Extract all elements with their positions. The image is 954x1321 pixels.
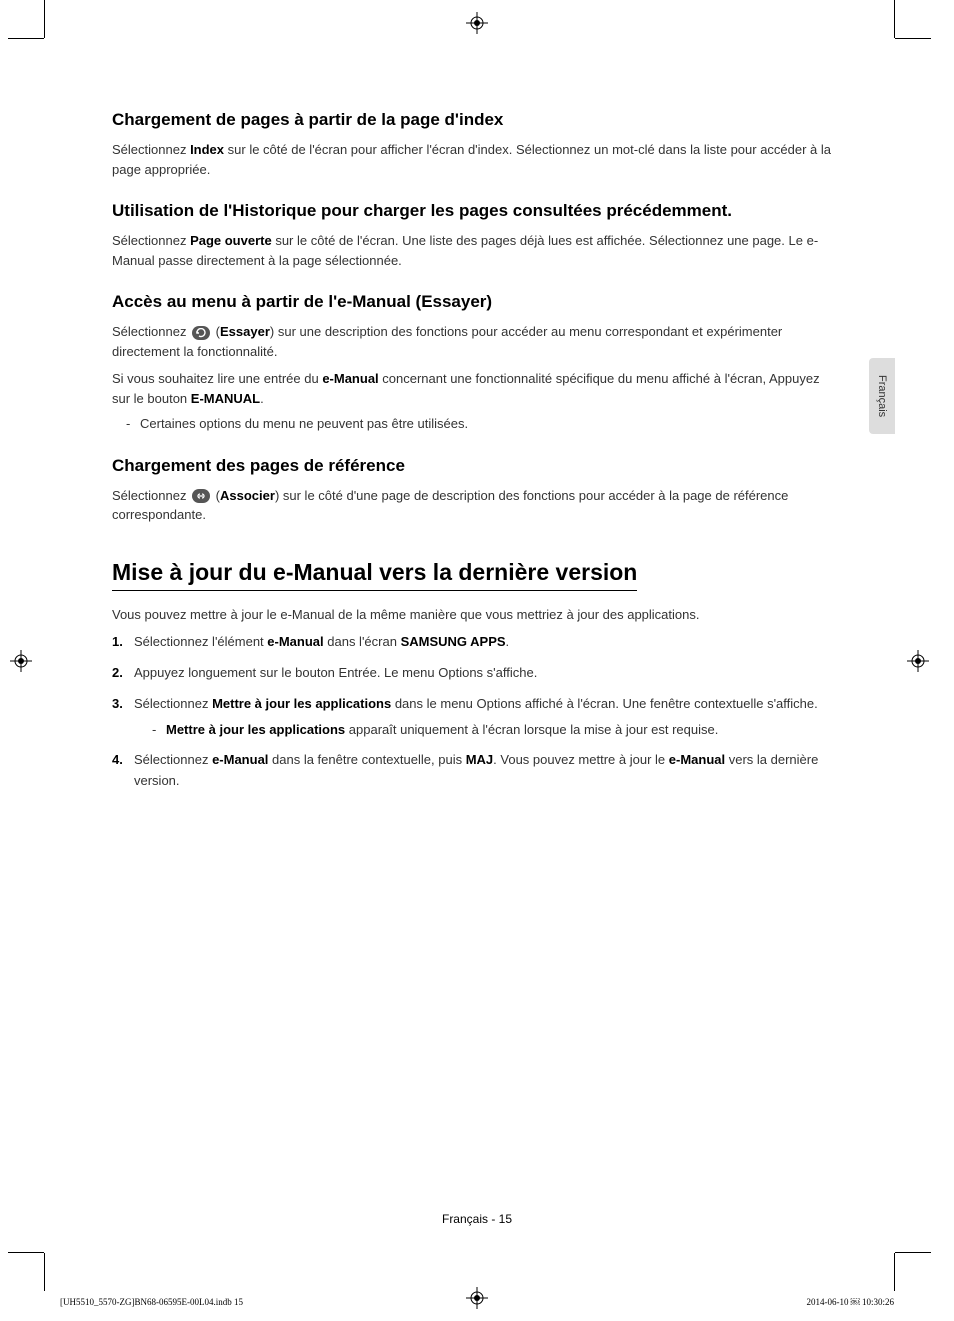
crop-mark	[44, 1253, 45, 1291]
update-step-3: 3. Sélectionnez Mettre à jour les applic…	[112, 694, 832, 740]
doc-filename: [UH5510_5570-ZG]BN68-06595E-00L04.indb 1…	[60, 1297, 243, 1307]
doc-footer: [UH5510_5570-ZG]BN68-06595E-00L04.indb 1…	[60, 1297, 894, 1307]
registration-mark-icon	[10, 650, 32, 672]
heading-history: Utilisation de l'Historique pour charger…	[112, 201, 832, 221]
crop-mark	[894, 1253, 895, 1291]
update-intro: Vous pouvez mettre à jour le e-Manual de…	[112, 605, 832, 625]
update-step-2: 2. Appuyez longuement sur le bouton Entr…	[112, 663, 832, 684]
crop-mark	[8, 38, 44, 39]
body-access-2: Si vous souhaitez lire une entrée du e-M…	[112, 369, 832, 408]
doc-timestamp: 2014-06-10 ￼ 10:30:26	[807, 1297, 895, 1307]
registration-mark-icon	[466, 12, 488, 34]
heading-index-pages: Chargement de pages à partir de la page …	[112, 110, 832, 130]
access-note: Certaines options du menu ne peuvent pas…	[126, 414, 832, 434]
body-history: Sélectionnez Page ouverte sur le côté de…	[112, 231, 832, 270]
update-step-1: 1. Sélectionnez l'élément e-Manual dans …	[112, 632, 832, 653]
try-icon	[192, 326, 210, 340]
heading-reference: Chargement des pages de référence	[112, 456, 832, 476]
registration-mark-icon	[907, 650, 929, 672]
language-tab-label: Français	[876, 375, 888, 417]
update-step-4: 4. Sélectionnez e-Manual dans la fenêtre…	[112, 750, 832, 792]
crop-mark	[8, 1252, 44, 1253]
link-icon	[192, 489, 210, 503]
body-access-1: Sélectionnez (Essayer) sur une descripti…	[112, 322, 832, 361]
update-step-3-note: Mettre à jour les applications apparaît …	[152, 720, 832, 740]
body-reference: Sélectionnez (Associer) sur le côté d'un…	[112, 486, 832, 525]
page-content: Chargement de pages à partir de la page …	[112, 110, 832, 801]
heading-access-menu: Accès au menu à partir de l'e-Manual (Es…	[112, 292, 832, 312]
access-note-list: Certaines options du menu ne peuvent pas…	[112, 414, 832, 434]
update-steps: 1. Sélectionnez l'élément e-Manual dans …	[112, 632, 832, 791]
crop-mark	[895, 1252, 931, 1253]
body-index-pages: Sélectionnez Index sur le côté de l'écra…	[112, 140, 832, 179]
language-tab: Français	[869, 358, 895, 434]
crop-mark	[44, 0, 45, 38]
heading-update-emanual: Mise à jour du e-Manual vers la dernière…	[112, 559, 637, 591]
page-number: Français - 15	[442, 1212, 512, 1226]
crop-mark	[895, 38, 931, 39]
crop-mark	[894, 0, 895, 38]
